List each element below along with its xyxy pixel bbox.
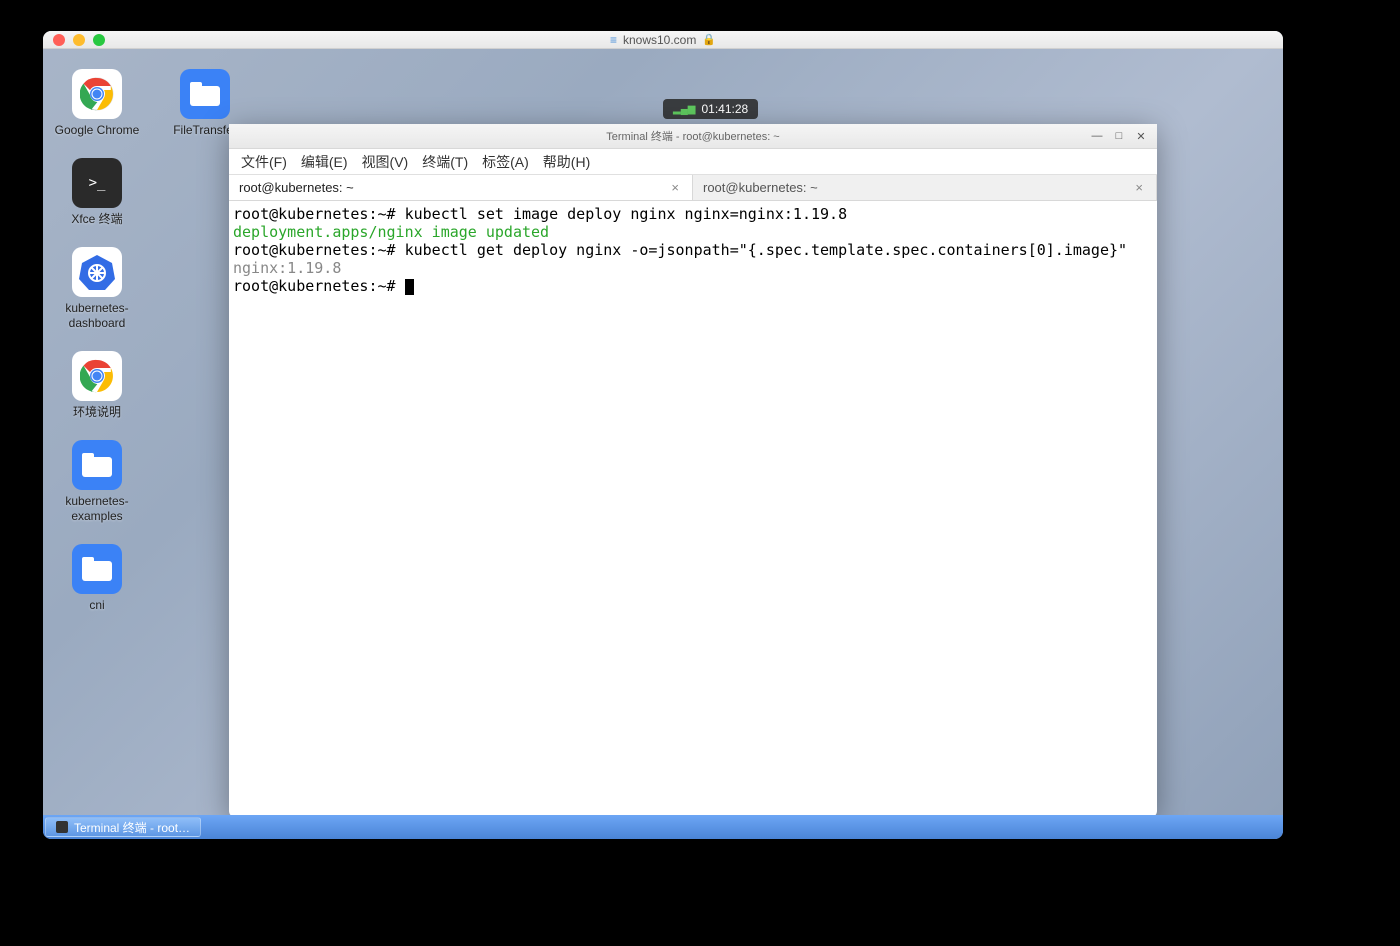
- folder-icon: [72, 440, 122, 490]
- close-button[interactable]: ✕: [1131, 127, 1151, 145]
- desktop-icon-cni[interactable]: cni: [53, 544, 141, 613]
- browser-window: ≡ knows10.com 🔒 ▂▄▆ 01:41:28 Google Chro…: [43, 31, 1283, 839]
- browser-urlbar[interactable]: ≡ knows10.com 🔒: [610, 33, 716, 47]
- terminal-body[interactable]: root@kubernetes:~# kubectl set image dep…: [229, 201, 1157, 817]
- clock-chip: ▂▄▆ 01:41:28: [663, 99, 758, 119]
- folder-icon: [180, 69, 230, 119]
- tab-close-icon[interactable]: ×: [668, 180, 682, 195]
- cursor: [405, 279, 414, 295]
- terminal-title: Terminal 终端 - root@kubernetes: ~: [606, 128, 779, 144]
- taskbar-item-label: Terminal 终端 - root…: [74, 819, 190, 836]
- desktop-icon-label: Google Chrome: [55, 123, 140, 138]
- menu-terminal[interactable]: 终端(T): [416, 149, 474, 175]
- desktop-icon-xfce-terminal[interactable]: >_ Xfce 终端: [53, 158, 141, 227]
- desktop-icon-label: cni: [89, 598, 104, 613]
- desktop-icon-label: 环境说明: [73, 405, 121, 420]
- menu-view[interactable]: 视图(V): [356, 149, 415, 175]
- desktop-icon-label: FileTransfer: [173, 123, 237, 138]
- command: kubectl get deploy nginx -o=jsonpath="{.…: [396, 241, 1128, 259]
- taskbar: Terminal 终端 - root…: [43, 815, 1283, 839]
- terminal-window: Terminal 终端 - root@kubernetes: ~ — □ ✕ 文…: [229, 124, 1157, 817]
- desktop-icon-env-readme[interactable]: 环境说明: [53, 351, 141, 420]
- menu-file[interactable]: 文件(F): [235, 149, 293, 175]
- terminal-menubar: 文件(F) 编辑(E) 视图(V) 终端(T) 标签(A) 帮助(H): [229, 149, 1157, 175]
- kubernetes-icon: [72, 247, 122, 297]
- prompt: root@kubernetes:~#: [233, 205, 396, 223]
- prompt: root@kubernetes:~#: [233, 277, 396, 295]
- terminal-tab-1[interactable]: root@kubernetes: ~ ×: [229, 175, 693, 200]
- terminal-tabs: root@kubernetes: ~ × root@kubernetes: ~ …: [229, 175, 1157, 201]
- output: deployment.apps/nginx image updated: [233, 223, 1153, 241]
- chrome-icon: [72, 351, 122, 401]
- tab-close-icon[interactable]: ×: [1132, 180, 1146, 195]
- command: kubectl set image deploy nginx nginx=ngi…: [396, 205, 848, 223]
- tab-label: root@kubernetes: ~: [239, 180, 354, 195]
- url-host: knows10.com: [623, 33, 696, 47]
- output: nginx:1.19.8: [233, 259, 1153, 277]
- desktop-icon-label: kubernetes-dashboard: [53, 301, 141, 331]
- minimize-window-button[interactable]: [73, 34, 85, 46]
- lock-icon: 🔒: [702, 33, 716, 46]
- menu-tabs[interactable]: 标签(A): [476, 149, 535, 175]
- desktop-icon-k8s-dashboard[interactable]: kubernetes-dashboard: [53, 247, 141, 331]
- menu-help[interactable]: 帮助(H): [537, 149, 596, 175]
- tab-label: root@kubernetes: ~: [703, 180, 818, 195]
- prompt: root@kubernetes:~#: [233, 241, 396, 259]
- taskbar-item-terminal[interactable]: Terminal 终端 - root…: [45, 817, 201, 837]
- menu-edit[interactable]: 编辑(E): [295, 149, 354, 175]
- terminal-titlebar[interactable]: Terminal 终端 - root@kubernetes: ~ — □ ✕: [229, 124, 1157, 149]
- remote-desktop: ▂▄▆ 01:41:28 Google Chrome FileTransfer: [43, 49, 1283, 839]
- maximize-button[interactable]: □: [1109, 127, 1129, 145]
- traffic-lights: [53, 34, 105, 46]
- terminal-icon: >_: [72, 158, 122, 208]
- desktop-icon-label: Xfce 终端: [71, 212, 122, 227]
- maximize-window-button[interactable]: [93, 34, 105, 46]
- folder-icon: [72, 544, 122, 594]
- site-settings-icon: ≡: [610, 33, 617, 47]
- desktop-icons: Google Chrome FileTransfer >_ Xfce 终端: [53, 69, 249, 613]
- desktop-icon-chrome[interactable]: Google Chrome: [53, 69, 141, 138]
- clock-time: 01:41:28: [701, 102, 748, 116]
- terminal-tab-2[interactable]: root@kubernetes: ~ ×: [693, 175, 1157, 200]
- desktop-icon-label: kubernetes-examples: [53, 494, 141, 524]
- chrome-icon: [72, 69, 122, 119]
- close-window-button[interactable]: [53, 34, 65, 46]
- signal-icon: ▂▄▆: [673, 104, 695, 115]
- minimize-button[interactable]: —: [1087, 127, 1107, 145]
- desktop-icon-k8s-examples[interactable]: kubernetes-examples: [53, 440, 141, 524]
- terminal-icon: [56, 821, 68, 833]
- browser-titlebar: ≡ knows10.com 🔒: [43, 31, 1283, 49]
